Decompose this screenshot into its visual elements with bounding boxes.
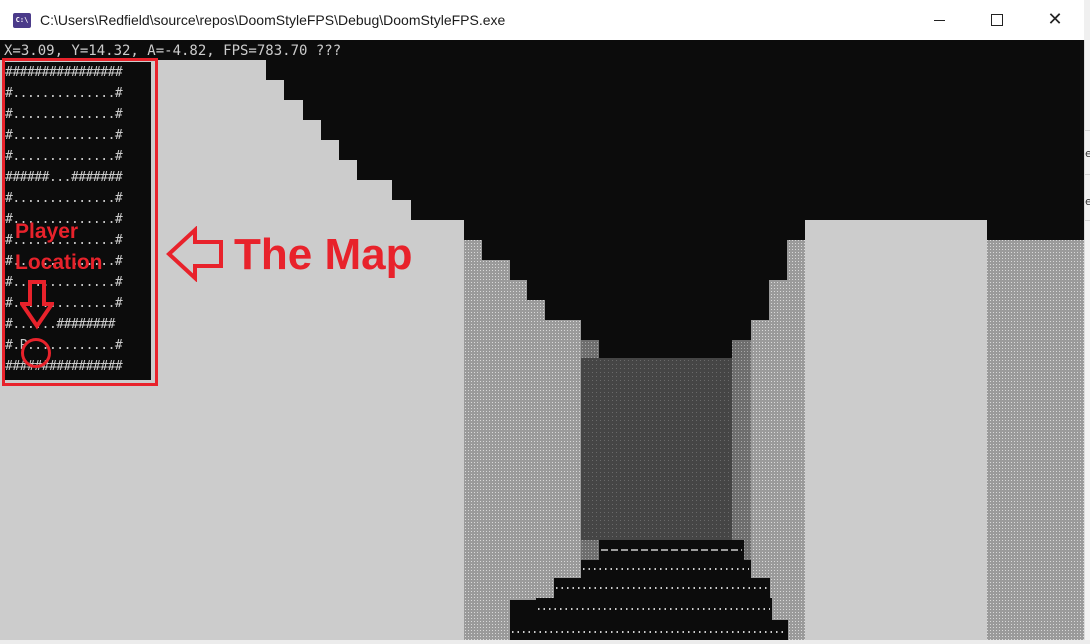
background-text-fragment: e bbox=[1085, 195, 1090, 208]
mid-right-wall-upper bbox=[787, 240, 805, 260]
player-label-line: Player bbox=[15, 220, 79, 243]
player-location-label: Player Location bbox=[15, 216, 125, 278]
divider bbox=[1085, 220, 1090, 221]
close-button[interactable]: ✕ bbox=[1026, 0, 1084, 40]
near-right-wall bbox=[805, 220, 987, 640]
deep-right-wall bbox=[732, 340, 751, 560]
console-window: C:\ C:\Users\Redfield\source\repos\DoomS… bbox=[0, 0, 1084, 640]
console-app-icon: C:\ bbox=[13, 13, 31, 28]
window-title: C:\Users\Redfield\source\repos\DoomStyle… bbox=[40, 12, 506, 28]
left-arrow-icon bbox=[166, 226, 223, 282]
close-icon: ✕ bbox=[1047, 9, 1063, 30]
far-right-wall bbox=[987, 240, 1084, 640]
far-end-wall bbox=[581, 358, 751, 540]
background-window-edge: ea e bbox=[1084, 40, 1090, 644]
maximize-icon bbox=[991, 14, 1003, 26]
minimize-button[interactable] bbox=[910, 0, 968, 40]
floor-band bbox=[510, 620, 788, 640]
divider bbox=[1085, 130, 1090, 131]
player-marker-circle bbox=[21, 338, 51, 368]
rendered-3d-view bbox=[0, 60, 1084, 640]
maximize-button[interactable] bbox=[968, 0, 1026, 40]
down-arrow-icon bbox=[20, 280, 54, 330]
mid-left-wall-2 bbox=[510, 280, 581, 600]
divider bbox=[1085, 174, 1090, 175]
mid-left-wall bbox=[464, 240, 510, 640]
background-window-edge-bottom bbox=[0, 640, 1090, 644]
game-viewport bbox=[0, 40, 1084, 640]
map-label: The Map bbox=[234, 230, 413, 279]
title-bar[interactable]: C:\ C:\Users\Redfield\source\repos\DoomS… bbox=[0, 0, 1084, 41]
minimize-icon bbox=[933, 19, 945, 21]
background-text-fragment: ea bbox=[1085, 147, 1090, 160]
player-label-line: Location bbox=[15, 251, 103, 274]
